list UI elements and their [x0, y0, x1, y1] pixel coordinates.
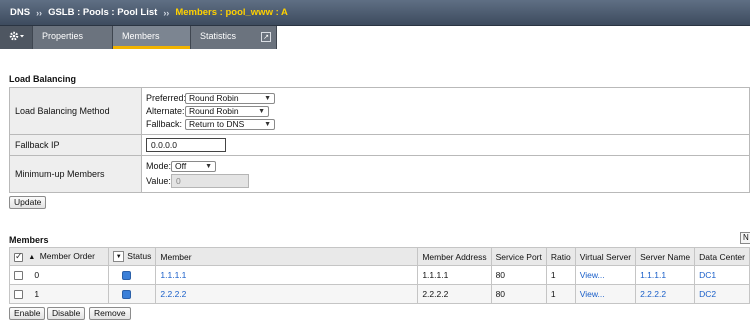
chevron-down-icon: ▼	[264, 120, 271, 128]
server-name-link[interactable]: 2.2.2.2	[640, 289, 666, 299]
update-button[interactable]: Update	[9, 196, 47, 209]
row-checkbox[interactable]	[14, 271, 23, 281]
data-center-link[interactable]: DC1	[699, 270, 716, 280]
sort-up-icon: ▲	[28, 254, 36, 262]
table-row: 1 2.2.2.2 2.2.2.2 80 1 View... 2.2.2.2 D…	[8, 284, 750, 304]
member-link[interactable]: 2.2.2.2	[160, 289, 186, 299]
lb-method-values: Preferred: Round Robin ▼ Alternate: Roun…	[141, 87, 750, 135]
col-member-address[interactable]: Member Address	[417, 247, 492, 266]
preferred-value: Round Robin	[189, 93, 239, 103]
tab-bar: Properties Members Statistics ↗	[0, 26, 750, 49]
breadcrumb-item-dns[interactable]: DNS	[10, 7, 30, 18]
col-member-order-label: Member Order	[39, 251, 95, 262]
tab-statistics-label: Statistics	[200, 31, 237, 41]
virtual-server-link[interactable]: View...	[580, 289, 605, 299]
chevron-down-icon: ▼	[264, 94, 271, 102]
popout-icon[interactable]: ↗	[261, 32, 271, 42]
gear-menu-button[interactable]	[0, 26, 33, 49]
tab-statistics[interactable]: Statistics ↗	[191, 26, 277, 49]
breadcrumb-current: Members : pool_www : A	[175, 7, 288, 18]
lb-method-label: Load Balancing Method	[9, 87, 142, 135]
member-address: 1.1.1.1	[417, 265, 492, 285]
breadcrumb: DNS ›› GSLB : Pools : Pool List ›› Membe…	[0, 0, 750, 26]
table-row: 0 1.1.1.1 1.1.1.1 80 1 View... 1.1.1.1 D…	[8, 265, 750, 285]
alternate-value: Round Robin	[189, 106, 239, 116]
col-service-port[interactable]: Service Port	[490, 247, 547, 266]
member-link[interactable]: 1.1.1.1	[160, 270, 186, 280]
virtual-server-link[interactable]: View...	[580, 270, 605, 280]
member-address: 2.2.2.2	[417, 284, 492, 304]
status-available-icon	[122, 271, 132, 281]
remove-button[interactable]: Remove	[89, 307, 131, 320]
member-order: 1	[34, 288, 40, 299]
col-member-order[interactable]: ▲ Member Order	[8, 247, 110, 266]
alternate-label: Alternate:	[146, 106, 185, 116]
minimum-up-label: Minimum-up Members	[9, 155, 142, 193]
data-center-link[interactable]: DC2	[699, 289, 716, 299]
tab-properties[interactable]: Properties	[33, 26, 113, 49]
breadcrumb-separator: ››	[163, 7, 170, 18]
minimum-value-input: 0	[171, 174, 249, 188]
server-name-link[interactable]: 1.1.1.1	[640, 270, 666, 280]
breadcrumb-separator: ››	[36, 7, 43, 18]
breadcrumb-item-pool-list[interactable]: GSLB : Pools : Pool List	[48, 7, 157, 18]
fallback-select[interactable]: Return to DNS ▼	[185, 118, 275, 130]
mode-label: Mode:	[146, 161, 172, 171]
members-table: ▲ Member Order ▼Status Member Member Add…	[8, 247, 750, 304]
select-all-checkbox[interactable]	[14, 251, 23, 262]
section-title-members: Members	[9, 235, 49, 245]
load-balancing-table: Load Balancing Method Preferred: Round R…	[9, 87, 750, 193]
col-ratio[interactable]: Ratio	[545, 247, 576, 266]
tab-members[interactable]: Members	[113, 26, 191, 49]
fallback-value: Return to DNS	[189, 119, 245, 129]
member-order: 0	[34, 269, 40, 280]
service-port: 80	[490, 284, 547, 304]
mode-value: Off	[175, 161, 187, 171]
col-status[interactable]: ▼ Status	[108, 247, 157, 266]
chevron-down-icon: ▼	[205, 162, 212, 170]
value-label: Value:	[146, 176, 171, 186]
chevron-down-icon[interactable]: ▼	[113, 251, 125, 263]
preferred-label: Preferred:	[146, 93, 187, 103]
tab-strip: Properties Members Statistics ↗	[0, 26, 277, 49]
ratio: 1	[545, 265, 576, 285]
mode-select[interactable]: Off ▼	[171, 160, 216, 172]
col-virtual-server[interactable]: Virtual Server	[574, 247, 637, 266]
fallback-label: Fallback:	[146, 119, 183, 129]
col-server-name[interactable]: Server Name	[635, 247, 696, 266]
preferred-select[interactable]: Round Robin ▼	[185, 92, 275, 104]
new-member-button[interactable]: N	[740, 232, 750, 244]
ratio: 1	[545, 284, 576, 304]
row-checkbox[interactable]	[14, 290, 23, 300]
col-data-center[interactable]: Data Center	[694, 247, 750, 266]
members-header-row: ▲ Member Order ▼Status Member Member Add…	[8, 247, 750, 266]
col-member[interactable]: Member	[155, 247, 419, 266]
service-port: 80	[490, 265, 547, 285]
status-available-icon	[122, 290, 132, 300]
disable-button[interactable]: Disable	[47, 307, 86, 320]
section-title-load-balancing: Load Balancing	[9, 74, 77, 84]
col-status-label: Status	[127, 250, 152, 261]
gear-icon	[9, 31, 24, 41]
enable-button[interactable]: Enable	[9, 307, 46, 320]
fallback-ip-label: Fallback IP	[9, 134, 142, 156]
fallback-ip-input[interactable]: 0.0.0.0	[146, 138, 226, 152]
chevron-down-icon: ▼	[258, 107, 265, 115]
alternate-select[interactable]: Round Robin ▼	[185, 105, 269, 117]
